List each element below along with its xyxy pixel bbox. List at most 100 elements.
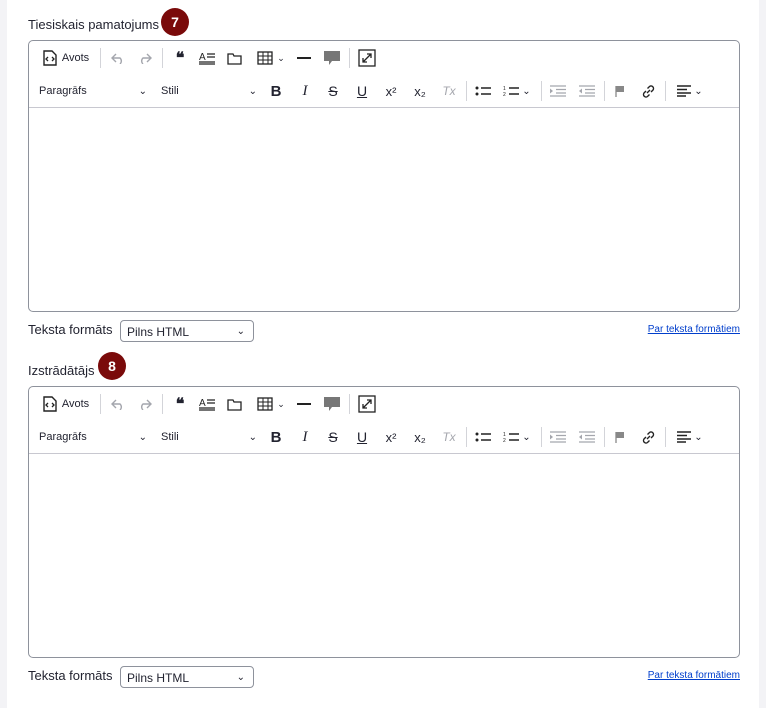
underline-icon: U — [356, 429, 368, 445]
bold-icon: B — [270, 428, 282, 446]
bulleted-list-button[interactable] — [472, 79, 494, 103]
chevron-down-icon: ⌄ — [138, 431, 147, 443]
redo-icon — [141, 53, 152, 64]
undo-button[interactable] — [107, 392, 129, 416]
styles-select[interactable]: Stili ⌄ — [161, 79, 257, 103]
horizontal-line-button[interactable] — [293, 392, 315, 416]
anchor-button[interactable] — [609, 425, 631, 449]
step-badge: 8 — [98, 352, 126, 380]
text-format-label: Teksta formāts — [28, 322, 113, 337]
redo-button[interactable] — [134, 46, 156, 70]
outdent-button[interactable] — [576, 425, 598, 449]
step-badge: 7 — [161, 8, 189, 36]
source-button[interactable]: Avots — [39, 392, 91, 416]
underline-button[interactable]: U — [351, 425, 373, 449]
paragraph-format-select[interactable]: Paragrāfs ⌄ — [39, 79, 147, 103]
table-button[interactable]: ⌄ — [253, 46, 289, 70]
alignment-button[interactable]: ⌄ — [672, 425, 708, 449]
superscript-icon: x² — [385, 429, 397, 445]
chevron-down-icon: ⌄ — [277, 398, 285, 409]
underline-button[interactable]: U — [351, 79, 373, 103]
chevron-down-icon: ⌄ — [248, 85, 257, 97]
remove-format-icon: Tx — [442, 84, 456, 98]
svg-text:A: A — [199, 52, 206, 63]
italic-button[interactable]: I — [294, 425, 316, 449]
comment-button[interactable] — [321, 46, 343, 70]
special-chars-button[interactable]: A — [195, 392, 219, 416]
outdent-button[interactable] — [576, 79, 598, 103]
strikethrough-icon: S — [328, 429, 338, 445]
file-browser-button[interactable] — [223, 46, 247, 70]
remove-format-button[interactable]: Tx — [437, 425, 461, 449]
link-button[interactable] — [637, 425, 659, 449]
link-button[interactable] — [637, 79, 659, 103]
numbered-list-icon: 12 — [503, 86, 520, 97]
outdent-icon — [579, 431, 595, 443]
text-format-value: Pilns HTML — [127, 325, 190, 339]
subscript-button[interactable]: x₂ — [408, 425, 432, 449]
superscript-button[interactable]: x² — [379, 425, 403, 449]
table-icon — [257, 397, 273, 411]
indent-button[interactable] — [547, 79, 569, 103]
svg-text:2: 2 — [503, 438, 506, 443]
editor-content-area[interactable] — [29, 454, 739, 657]
underline-icon: U — [356, 83, 368, 99]
text-format-select[interactable]: Pilns HTML ⌄ — [120, 320, 254, 342]
italic-icon: I — [302, 82, 308, 99]
chevron-down-icon: ⌄ — [522, 85, 531, 97]
text-format-help-link[interactable]: Par teksta formātiem — [648, 324, 740, 335]
numbered-list-button[interactable]: 1 2 ⌄ — [499, 79, 535, 103]
remove-format-button[interactable]: Tx — [437, 79, 461, 103]
blockquote-icon[interactable]: ❝ — [169, 46, 191, 70]
maximize-button[interactable] — [355, 46, 379, 70]
subscript-button[interactable]: x₂ — [408, 79, 432, 103]
text-format-select[interactable]: Pilns HTML ⌄ — [120, 666, 254, 688]
maximize-button[interactable] — [355, 392, 379, 416]
special-chars-button[interactable]: A — [195, 46, 219, 70]
strikethrough-button[interactable]: S — [322, 425, 344, 449]
bold-icon: B — [270, 82, 282, 100]
bold-button[interactable]: B — [265, 79, 287, 103]
indent-button[interactable] — [547, 425, 569, 449]
source-button[interactable]: Avots — [39, 46, 91, 70]
outdent-icon — [579, 85, 595, 97]
paragraph-label: Paragrāfs — [39, 85, 87, 97]
numbered-list-button[interactable]: 1 2 ⌄ — [499, 425, 535, 449]
field-label: Tiesiskais pamatojums — [28, 17, 160, 32]
horizontal-line-icon — [297, 57, 311, 59]
superscript-button[interactable]: x² — [379, 79, 403, 103]
subscript-icon: x₂ — [414, 83, 426, 99]
field-developer: Izstrādātājs 8 Avots ❝ A ⌄ Paragrāfs ⌄ S… — [28, 352, 740, 700]
horizontal-line-button[interactable] — [293, 46, 315, 70]
paragraph-format-select[interactable]: Paragrāfs ⌄ — [39, 425, 147, 449]
text-format-help-link[interactable]: Par teksta formātiem — [648, 670, 740, 681]
alignment-button[interactable]: ⌄ — [672, 79, 708, 103]
paragraph-label: Paragrāfs — [39, 431, 87, 443]
editor-toolbar: Avots ❝ A ⌄ Paragrāfs ⌄ Stili ⌄ B I S U … — [29, 387, 739, 454]
editor-content-area[interactable] — [29, 108, 739, 311]
text-format-value: Pilns HTML — [127, 671, 190, 685]
strikethrough-icon: S — [328, 83, 338, 99]
table-icon — [257, 51, 273, 65]
file-browser-button[interactable] — [223, 392, 247, 416]
chevron-down-icon: ⌄ — [236, 672, 245, 683]
italic-button[interactable]: I — [294, 79, 316, 103]
undo-button[interactable] — [107, 46, 129, 70]
indent-icon — [550, 85, 566, 97]
horizontal-line-icon — [297, 403, 311, 405]
bulleted-list-button[interactable] — [472, 425, 494, 449]
comment-button[interactable] — [321, 392, 343, 416]
redo-button[interactable] — [134, 392, 156, 416]
blockquote-icon[interactable]: ❝ — [169, 392, 191, 416]
bold-button[interactable]: B — [265, 425, 287, 449]
numbered-list-icon: 12 — [503, 432, 520, 443]
form-page: Tiesiskais pamatojums 7 Avots ❝ A ⌄ Para… — [7, 0, 759, 708]
styles-label: Stili — [161, 85, 179, 97]
table-button[interactable]: ⌄ — [253, 392, 289, 416]
strikethrough-button[interactable]: S — [322, 79, 344, 103]
styles-select[interactable]: Stili ⌄ — [161, 425, 257, 449]
indent-icon — [550, 431, 566, 443]
chevron-down-icon: ⌄ — [694, 431, 703, 443]
editor-toolbar: Avots ❝ A ⌄ Paragrāfs ⌄ Stili ⌄ B I S U … — [29, 41, 739, 108]
anchor-button[interactable] — [609, 79, 631, 103]
